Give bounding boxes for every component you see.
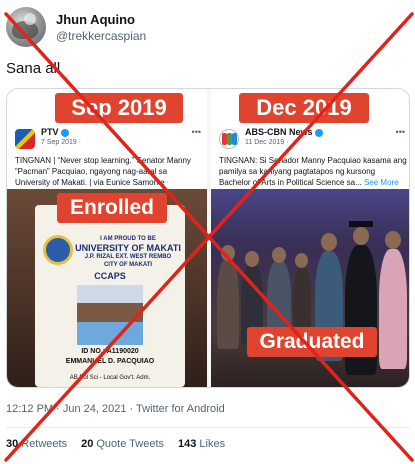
quotes-label: Quote Tweets xyxy=(96,438,165,450)
tweet-header: Jhun Aquino @trekkercaspian xyxy=(6,6,406,48)
source-name: PTV xyxy=(41,127,69,137)
source-date: 7 Sep 2019 · xyxy=(41,139,82,146)
person-head xyxy=(221,245,235,261)
id-number: ID NO.: A1190020 xyxy=(81,348,139,355)
person-head xyxy=(272,247,286,263)
avatar[interactable] xyxy=(6,7,46,47)
date-banner: Dec 2019 xyxy=(239,93,369,123)
id-dept: CCAPS xyxy=(94,271,126,281)
id-portrait xyxy=(77,285,143,345)
person-figure xyxy=(217,259,239,349)
author-handle[interactable]: @trekkercaspian xyxy=(56,28,146,44)
likes-stat[interactable]: 143 Likes xyxy=(178,438,225,450)
retweets-label: Retweets xyxy=(21,438,68,450)
more-dots-icon: ••• xyxy=(395,127,405,137)
source-caption: TINGNAN: Si Senador Manny Pacquiao kasam… xyxy=(219,155,407,188)
graduate-head xyxy=(353,227,369,245)
logo-bar-blue xyxy=(232,133,237,145)
id-header-line: CITY OF MAKATI xyxy=(103,262,153,268)
media-panel-left: Sep 2019 PTV 7 Sep 2019 · ••• TINGNAN | … xyxy=(7,89,207,387)
id-header-university: UNIVERSITY OF MAKATI xyxy=(75,243,181,253)
likes-count: 143 xyxy=(178,438,197,450)
id-header-line: J.P. RIZAL EXT. WEST REMBO xyxy=(84,254,172,260)
quotes-count: 20 xyxy=(81,438,94,450)
ptv-logo-icon xyxy=(15,129,35,149)
source-name: ABS-CBN News xyxy=(245,127,323,137)
university-seal-icon xyxy=(43,235,73,265)
source-date: 11 Dec 2019 · xyxy=(245,139,289,146)
date-banner: Sep 2019 xyxy=(55,93,183,123)
author-display-name[interactable]: Jhun Aquino xyxy=(56,11,146,28)
source-header: PTV 7 Sep 2019 · ••• xyxy=(15,127,201,153)
id-course: AB Pol Sci - Local Gov't. Adm. xyxy=(69,375,151,381)
graduation-photo: Graduated xyxy=(211,189,409,387)
graduation-cap-icon xyxy=(349,221,373,227)
person-head xyxy=(385,231,401,249)
stage-light xyxy=(211,189,409,249)
retweets-count: 30 xyxy=(6,438,19,450)
tweet-text: Sana all xyxy=(6,60,61,77)
see-more-link[interactable]: See More xyxy=(364,178,399,187)
enrolled-tag: Enrolled xyxy=(57,193,167,223)
tweet-timestamp[interactable]: 12:12 PM · Jun 24, 2021 · Twitter for An… xyxy=(6,403,225,415)
person-figure xyxy=(379,249,407,369)
retweets-stat[interactable]: 30 Retweets xyxy=(6,438,67,450)
id-card: I AM PROUD TO BE UNIVERSITY OF MAKATI J.… xyxy=(35,205,185,387)
id-header: I AM PROUD TO BE UNIVERSITY OF MAKATI J.… xyxy=(75,235,181,269)
source-caption: TINGNAN | “Never stop learning.” Senator… xyxy=(15,156,191,187)
likes-label: Likes xyxy=(199,438,226,450)
id-card-photo: I AM PROUD TO BE UNIVERSITY OF MAKATI J.… xyxy=(7,189,207,387)
source-header: ABS-CBN News 11 Dec 2019 · ••• xyxy=(219,127,405,153)
person-head xyxy=(245,251,259,267)
verified-badge-icon xyxy=(60,128,69,137)
tweet-stats: 30 Retweets 20 Quote Tweets 143 Likes xyxy=(6,438,225,450)
more-dots-icon: ••• xyxy=(191,127,201,137)
source-name-text: PTV xyxy=(41,127,59,137)
avatar-shape xyxy=(12,21,38,39)
graduated-tag: Graduated xyxy=(247,327,377,357)
id-name: EMMANUEL D. PACQUIAO xyxy=(65,358,155,365)
tweet-media[interactable]: Sep 2019 PTV 7 Sep 2019 · ••• TINGNAN | … xyxy=(6,88,410,388)
person-head xyxy=(321,233,337,251)
abs-cbn-logo-icon xyxy=(219,129,239,149)
quote-tweets-stat[interactable]: 20 Quote Tweets xyxy=(81,438,164,450)
divider xyxy=(6,427,410,428)
avatar-shape xyxy=(24,13,36,25)
media-panel-right: Dec 2019 ABS-CBN News 11 Dec 2019 · ••• … xyxy=(211,89,409,387)
verified-badge-icon xyxy=(314,128,323,137)
source-name-text: ABS-CBN News xyxy=(245,127,313,137)
id-header-line: I AM PROUD TO BE xyxy=(100,236,156,242)
author-names: Jhun Aquino @trekkercaspian xyxy=(56,11,146,44)
person-head xyxy=(295,253,308,268)
